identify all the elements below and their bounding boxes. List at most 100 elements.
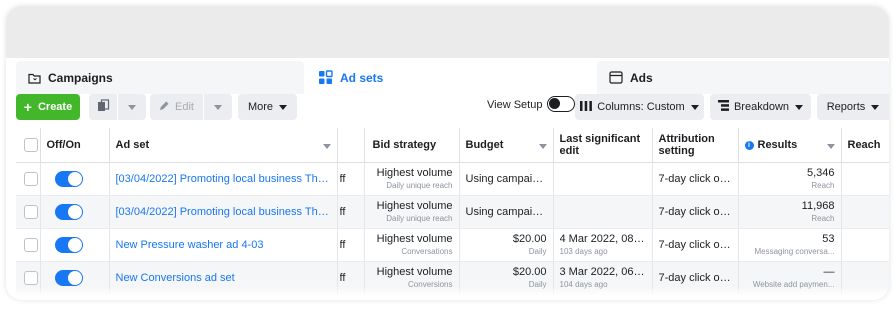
toolbar: + Create Edit More View Setup Columns: C… [6, 94, 889, 128]
adset-name-link[interactable]: New Conversions ad set [116, 272, 331, 284]
columns-button[interactable]: Columns: Custom [575, 94, 704, 120]
adset-toggle[interactable] [54, 236, 83, 253]
last-edit-cell [553, 162, 653, 196]
tab-label: Ad sets [340, 70, 384, 85]
columns-icon [580, 100, 593, 114]
toggle-knob [549, 98, 560, 109]
header-label: Results [757, 138, 798, 151]
table-row[interactable]: New Pressure washer ad 4-03 ff Highest v… [16, 228, 889, 262]
bid-strategy-text: Highest volume [376, 233, 453, 245]
header-label: Bid strategy [372, 138, 437, 151]
column-header-last-edit[interactable]: Last significant edit [553, 128, 653, 163]
top-bar [6, 6, 889, 58]
create-button[interactable]: + Create [16, 94, 80, 120]
breakdown-icon [717, 100, 729, 114]
ad-sets-table: Off/On Ad set Bid strategy Budget Last s… [16, 128, 889, 295]
delivery-cell: ff [337, 162, 365, 196]
budget-text: Using campaign... [465, 205, 547, 218]
column-header-adset[interactable]: Ad set [109, 128, 338, 163]
plus-icon: + [23, 99, 32, 115]
adset-toggle[interactable] [54, 269, 83, 286]
bid-strategy-cell: Highest volume Conversations [364, 228, 460, 262]
results-sub: Reach [811, 214, 835, 223]
budget-text: Using campaign... [465, 172, 547, 185]
table-header-row: Off/On Ad set Bid strategy Budget Last s… [16, 128, 889, 163]
delivery-text: ff [339, 172, 346, 185]
header-label: Last significant edit [559, 132, 641, 157]
table-row[interactable]: [03/04/2022] Promoting local business Th… [16, 162, 889, 196]
tab-label: Campaigns [48, 70, 113, 85]
column-header-bid-strategy[interactable]: Bid strategy [364, 128, 460, 163]
column-header-delivery[interactable] [337, 128, 365, 163]
more-button[interactable]: More [238, 94, 297, 120]
row-checkbox[interactable] [24, 171, 38, 186]
column-header-offon[interactable]: Off/On [40, 128, 110, 163]
table-row[interactable]: [03/04/2022] Promoting local business Th… [16, 195, 889, 229]
results-value: 11,968 [801, 200, 835, 212]
offon-cell [40, 228, 110, 262]
offon-cell [40, 162, 110, 196]
adset-name-link[interactable]: [03/04/2022] Promoting local business Th… [116, 206, 331, 218]
tab-label: Ads [630, 70, 653, 85]
breakdown-button[interactable]: Breakdown [710, 94, 811, 120]
reach-cell [841, 195, 889, 229]
tab-ad-sets[interactable]: Ad sets [306, 61, 594, 94]
select-all-cell [16, 128, 41, 163]
bid-strategy-sub: Conversations [401, 247, 453, 256]
last-edit-text: 3 Mar 2022, 06:48 [559, 266, 646, 278]
chevron-down-icon [826, 143, 835, 149]
edit-label: Edit [175, 101, 194, 113]
budget-cell: $20.00 Daily [459, 228, 554, 262]
bottom-fade [6, 286, 889, 300]
adset-name-link[interactable]: [03/04/2022] Promoting local business Th… [116, 173, 331, 185]
row-checkbox[interactable] [24, 270, 38, 285]
offon-cell [40, 195, 110, 229]
adset-toggle[interactable] [54, 203, 83, 220]
reach-cell [841, 228, 889, 262]
column-header-budget[interactable]: Budget [459, 128, 554, 163]
edit-dropdown-button[interactable] [204, 94, 232, 120]
adset-name-cell: New Pressure washer ad 4-03 [109, 228, 338, 262]
results-cell: 5,346 Reach [738, 162, 842, 196]
column-header-attribution[interactable]: Attribution setting [652, 128, 739, 163]
view-setup-toggle[interactable] [547, 96, 575, 112]
pencil-icon [159, 100, 170, 114]
tab-campaigns[interactable]: Campaigns [16, 61, 304, 94]
toggle-knob [67, 270, 82, 285]
select-cell [16, 228, 41, 262]
select-cell [16, 195, 41, 229]
select-cell [16, 162, 41, 196]
breakdown-label: Breakdown [733, 101, 790, 113]
edit-button[interactable]: Edit [150, 94, 203, 120]
bid-strategy-cell: Highest volume Daily unique reach [364, 162, 460, 196]
column-header-reach[interactable]: Reach [841, 128, 889, 163]
last-edit-cell [553, 195, 653, 229]
select-all-checkbox[interactable] [24, 137, 38, 152]
duplicate-button[interactable] [89, 94, 117, 120]
delivery-cell: ff [337, 195, 365, 229]
reach-cell [841, 162, 889, 196]
column-header-results[interactable]: i Results [738, 128, 842, 163]
bid-strategy-sub: Daily unique reach [386, 181, 453, 190]
folder-icon [28, 72, 41, 84]
adset-name-link[interactable]: New Pressure washer ad 4-03 [116, 239, 331, 251]
budget-text: $20.00 [512, 266, 547, 278]
adset-toggle[interactable] [54, 170, 83, 187]
results-sub: Messaging conversa... [754, 247, 835, 256]
delivery-text: ff [339, 238, 346, 251]
last-edit-text: 4 Mar 2022, 08:47 [559, 233, 646, 245]
bid-strategy-text: Highest volume [376, 167, 453, 179]
row-checkbox[interactable] [24, 204, 38, 219]
duplicate-icon [97, 99, 110, 115]
results-value: 5,346 [806, 167, 835, 179]
grid-icon [318, 70, 333, 85]
duplicate-dropdown-button[interactable] [118, 94, 146, 120]
row-checkbox[interactable] [24, 237, 38, 252]
chevron-down-icon [795, 104, 804, 110]
chevron-down-icon [279, 104, 288, 110]
header-label: Ad set [115, 138, 150, 151]
results-value: — [823, 266, 835, 278]
reports-button[interactable]: Reports [817, 94, 889, 120]
budget-text: $20.00 [512, 233, 547, 245]
tab-ads[interactable]: Ads [597, 61, 889, 94]
